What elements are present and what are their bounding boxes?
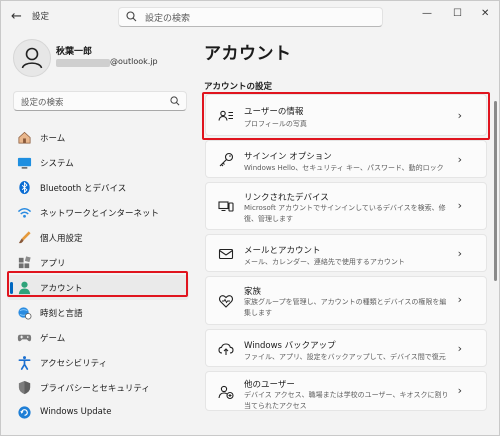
maximize-icon[interactable]: ☐: [453, 8, 462, 19]
system-icon: [17, 157, 32, 169]
sidebar-search-input[interactable]: 設定の検索: [13, 91, 187, 111]
sidebar-item-windows-update[interactable]: Windows Update: [7, 400, 189, 425]
backup-icon: [218, 343, 234, 355]
sidebar-item-system[interactable]: システム: [7, 150, 189, 175]
sidebar-item-label: アクセシビリティ: [40, 359, 108, 369]
chevron-right-icon: ›: [457, 199, 462, 212]
sidebar-item-label: システム: [40, 159, 74, 169]
card-title: リンクされたデバイス: [244, 193, 329, 203]
linked-devices-icon: [218, 201, 234, 212]
card-email-accounts[interactable]: メールとアカウント メール、カレンダー、連絡先で使用するアカウント ›: [205, 234, 487, 272]
chevron-right-icon: ›: [457, 293, 462, 306]
card-title: 家族: [244, 287, 262, 297]
avatar[interactable]: [13, 39, 51, 77]
card-other-users[interactable]: 他のユーザー デバイス アクセス、職場または学校のユーザー、キオスクに割り当てら…: [205, 371, 487, 411]
card-description: メール、カレンダー、連絡先で使用するアカウント: [244, 258, 405, 266]
chevron-right-icon: ›: [457, 384, 462, 397]
mail-icon: [218, 248, 234, 260]
card-title: メールとアカウント: [244, 246, 321, 256]
shield-icon: [18, 380, 31, 395]
sidebar-item-label: ネットワークとインターネット: [40, 209, 160, 219]
sidebar-item-label: 個人用設定: [40, 234, 83, 244]
sidebar-item-label: ゲーム: [40, 334, 66, 344]
sidebar-search-placeholder: 設定の検索: [21, 98, 64, 108]
sidebar-item-bluetooth[interactable]: Bluetooth とデバイス: [7, 175, 189, 200]
card-family[interactable]: 家族 家族グループを管理し、アカウントの種類とデバイスの権限を編集します ›: [205, 276, 487, 325]
settings-cards: ユーザーの情報 プロフィールの写真 › サインイン オプション Windows …: [205, 94, 487, 415]
sidebar-item-label: ホーム: [40, 134, 66, 144]
sidebar-item-label: プライバシーとセキュリティ: [40, 384, 150, 394]
search-icon: [170, 96, 180, 106]
brush-icon: [18, 231, 31, 244]
sidebar-item-label: Windows Update: [40, 407, 112, 417]
chevron-right-icon: ›: [457, 247, 462, 260]
section-heading: アカウントの設定: [204, 82, 273, 92]
card-windows-backup[interactable]: Windows バックアップ ファイル、アプリ、設定をバックアップして、デバイス…: [205, 329, 487, 367]
chevron-right-icon: ›: [457, 342, 462, 355]
accessibility-icon: [18, 356, 31, 370]
sidebar-item-accessibility[interactable]: アクセシビリティ: [7, 350, 189, 375]
other-users-icon: [218, 385, 234, 400]
card-description: デバイス アクセス、職場または学校のユーザー、キオスクに割り当てられたアクセス: [244, 391, 449, 410]
search-placeholder: 設定の検索: [145, 14, 191, 24]
family-heart-icon: [218, 295, 234, 308]
card-sign-in-options[interactable]: サインイン オプション Windows Hello、セキュリティ キー、パスワー…: [205, 140, 487, 178]
bluetooth-icon: [19, 180, 30, 195]
email-blurred: [56, 59, 110, 67]
back-arrow-icon[interactable]: ←: [11, 9, 27, 25]
wifi-icon: [17, 208, 32, 218]
scrollbar[interactable]: [494, 101, 497, 281]
sidebar-item-gaming[interactable]: ゲーム: [7, 325, 189, 350]
highlight-box-accounts: [7, 271, 188, 297]
settings-window: ← 設定 設定の検索 — ☐ ✕ 秋葉一郎 @outlook.jp 設定の検索: [0, 0, 500, 436]
globe-clock-icon: [18, 307, 32, 320]
sidebar-item-privacy[interactable]: プライバシーとセキュリティ: [7, 375, 189, 400]
card-linked-devices[interactable]: リンクされたデバイス Microsoft アカウントでサインインしているデバイス…: [205, 182, 487, 230]
profile-email: @outlook.jp: [110, 57, 158, 66]
profile-name: 秋葉一郎: [56, 47, 93, 57]
highlight-box-your-info: [202, 92, 490, 140]
card-description: Microsoft アカウントでサインインしているデバイスを検索、修復、管理しま…: [244, 204, 446, 223]
sidebar-item-label: アプリ: [40, 259, 66, 269]
card-description: 家族グループを管理し、アカウントの種類とデバイスの権限を編集します: [244, 298, 447, 317]
card-description: Windows Hello、セキュリティ キー、パスワード、動的ロック: [244, 164, 444, 172]
apps-icon: [18, 256, 31, 269]
sidebar-item-personalization[interactable]: 個人用設定: [7, 225, 189, 250]
sidebar-item-label: Bluetooth とデバイス: [40, 184, 127, 194]
key-icon: [219, 152, 234, 167]
gamepad-icon: [17, 334, 32, 342]
close-icon[interactable]: ✕: [481, 8, 489, 19]
minimize-icon[interactable]: —: [422, 8, 432, 19]
app-title: 設定: [32, 12, 50, 22]
sidebar-item-label: 時刻と言語: [40, 309, 83, 319]
sidebar-item-time-language[interactable]: 時刻と言語: [7, 300, 189, 325]
person-icon: [21, 47, 43, 69]
update-icon: [18, 406, 31, 419]
chevron-right-icon: ›: [457, 153, 462, 166]
sidebar-item-home[interactable]: ホーム: [7, 125, 189, 150]
card-description: ファイル、アプリ、設定をバックアップして、デバイス間で復元: [244, 353, 446, 361]
card-title: Windows バックアップ: [244, 341, 336, 351]
title-bar: ← 設定 設定の検索 — ☐ ✕: [1, 1, 499, 33]
sidebar-item-network[interactable]: ネットワークとインターネット: [7, 200, 189, 225]
card-title: サインイン オプション: [244, 152, 332, 162]
search-input[interactable]: 設定の検索: [118, 7, 383, 27]
home-icon: [18, 131, 31, 144]
search-icon: [126, 11, 137, 22]
page-title: アカウント: [204, 44, 292, 64]
card-title: 他のユーザー: [244, 380, 295, 390]
